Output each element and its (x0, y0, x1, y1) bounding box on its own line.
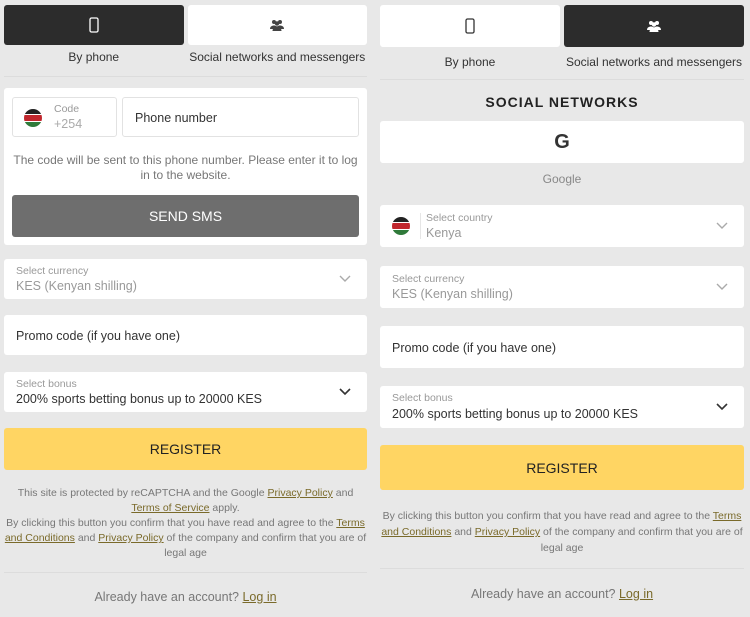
tab-labels: By phone Social networks and messengers (4, 50, 367, 64)
chevron-down-icon (716, 222, 728, 229)
and-text: and (332, 487, 354, 499)
users-icon (647, 21, 661, 32)
tab-social-networks[interactable] (564, 5, 744, 47)
registration-tabs (4, 5, 367, 45)
tab-labels: By phone Social networks and messengers (380, 55, 744, 69)
tab-social-networks[interactable] (187, 5, 367, 45)
bonus-select[interactable]: Select bonus 200% sports betting bonus u… (380, 386, 744, 428)
apply-text: apply. (209, 502, 240, 514)
currency-value: KES (Kenyan shilling) (392, 287, 513, 301)
smartphone-icon (89, 17, 99, 33)
already-text: Already have an account? (94, 590, 243, 604)
tab-by-phone[interactable] (380, 5, 560, 47)
bonus-label: Select bonus (392, 392, 453, 404)
currency-label: Select currency (392, 273, 465, 285)
chevron-down-icon (339, 275, 351, 282)
tab-label-social[interactable]: Social networks and messengers (564, 55, 744, 69)
consent-text: of the company and confirm that you are … (540, 526, 743, 554)
separator (420, 213, 421, 239)
chevron-down-icon (339, 388, 351, 396)
consent-text: By clicking this button you confirm that… (382, 510, 713, 522)
google-label: Google (542, 172, 582, 186)
bonus-value: 200% sports betting bonus up to 20000 KE… (16, 392, 263, 406)
legal-text: By clicking this button you confirm that… (380, 508, 744, 556)
bonus-select[interactable]: Select bonus 200% sports betting bonus u… (4, 372, 367, 412)
privacy-policy-link[interactable]: Privacy Policy (98, 532, 163, 544)
and-text: and (451, 526, 475, 538)
login-link[interactable]: Log in (619, 587, 653, 601)
send-sms-button[interactable]: SEND SMS (12, 195, 359, 237)
divider (4, 572, 367, 573)
register-button[interactable]: REGISTER (4, 428, 367, 470)
registration-tabs (380, 5, 744, 47)
section-title: SOCIAL NETWORKS (485, 94, 639, 110)
legal-text: This site is protected by reCAPTCHA and … (4, 486, 367, 561)
google-icon: G (554, 130, 570, 153)
divider (380, 568, 744, 569)
tab-label-by-phone[interactable]: By phone (380, 55, 560, 69)
currency-label: Select currency (16, 265, 89, 277)
login-prompt: Already have an account? Log in (4, 590, 367, 604)
chevron-down-icon (716, 283, 728, 290)
currency-select[interactable]: Select currency KES (Kenyan shilling) (380, 266, 744, 308)
code-label: Code (54, 103, 80, 115)
recaptcha-text: This site is protected by reCAPTCHA and … (17, 487, 268, 499)
login-prompt: Already have an account? Log in (380, 587, 744, 601)
login-link[interactable]: Log in (242, 590, 276, 604)
currency-select[interactable]: Select currency KES (Kenyan shilling) (4, 259, 367, 299)
and-text: and (74, 532, 99, 544)
currency-value: KES (Kenyan shilling) (16, 279, 137, 293)
users-icon (270, 20, 285, 31)
social-registration-panel: By phone Social networks and messengers … (375, 0, 750, 617)
country-label: Select country (426, 212, 493, 224)
phone-registration-panel: By phone Social networks and messengers … (0, 0, 375, 617)
country-value: Kenya (426, 226, 462, 240)
chevron-down-icon (716, 403, 728, 411)
consent-text: By clicking this button you confirm that… (6, 517, 337, 529)
promo-code-input[interactable]: Promo code (if you have one) (380, 326, 744, 368)
bonus-label: Select bonus (16, 378, 77, 390)
phone-number-input[interactable]: Phone number (122, 97, 359, 137)
register-button[interactable]: REGISTER (380, 445, 744, 490)
consent-text: of the company and confirm that you are … (163, 532, 367, 559)
phone-card: Code +254 Phone number The code will be … (4, 88, 367, 245)
tab-by-phone[interactable] (4, 5, 184, 45)
tab-label-social[interactable]: Social networks and messengers (188, 50, 368, 64)
google-login-button[interactable]: G (380, 121, 744, 163)
privacy-policy-link[interactable]: Privacy Policy (268, 487, 333, 499)
already-text: Already have an account? (470, 587, 619, 601)
divider (4, 76, 367, 77)
kenya-flag-icon (392, 217, 410, 235)
country-code-select[interactable]: Code +254 (12, 97, 117, 137)
smartphone-icon (465, 18, 475, 34)
divider (380, 79, 744, 80)
terms-of-service-link[interactable]: Terms of Service (131, 502, 209, 514)
promo-placeholder: Promo code (if you have one) (392, 341, 556, 355)
tab-label-by-phone[interactable]: By phone (4, 50, 184, 64)
promo-code-input[interactable]: Promo code (if you have one) (4, 315, 367, 355)
promo-placeholder: Promo code (if you have one) (16, 329, 180, 343)
privacy-policy-link[interactable]: Privacy Policy (475, 526, 540, 538)
country-select[interactable]: Select country Kenya (380, 205, 744, 247)
kenya-flag-icon (24, 109, 42, 127)
bonus-value: 200% sports betting bonus up to 20000 KE… (392, 407, 639, 421)
code-value: +254 (54, 117, 83, 131)
sms-hint: The code will be sent to this phone numb… (13, 153, 358, 182)
